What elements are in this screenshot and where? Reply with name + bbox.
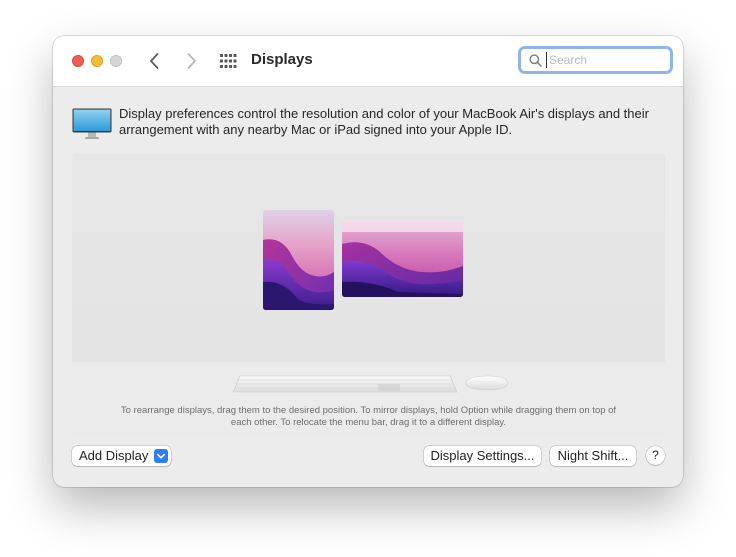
show-all-button[interactable]: [219, 52, 237, 70]
chevron-right-icon: [187, 53, 196, 69]
wallpaper-image: [263, 210, 334, 310]
add-display-menu-indicator[interactable]: [154, 449, 168, 463]
display-thumbnail-ipad[interactable]: [263, 210, 334, 310]
toolbar: Displays: [53, 36, 683, 87]
close-button[interactable]: [72, 55, 84, 67]
display-arrangement-area[interactable]: To rearrange displays, drag them to the …: [72, 154, 665, 438]
forward-button[interactable]: [181, 50, 201, 72]
add-display-button[interactable]: Add Display: [72, 446, 171, 466]
mouse-icon: [464, 375, 509, 391]
search-input[interactable]: [546, 52, 667, 68]
info-description: Display preferences control the resoluti…: [119, 106, 649, 137]
zoom-button[interactable]: [110, 55, 122, 67]
display-thumbnail-macbook-air[interactable]: [342, 222, 463, 297]
display-settings-button[interactable]: Display Settings...: [424, 446, 541, 466]
grid-icon: [220, 54, 237, 68]
search-field[interactable]: [518, 46, 673, 74]
chevron-left-icon: [150, 53, 159, 69]
window-title: Displays: [251, 51, 313, 68]
monitor-icon: [72, 108, 112, 139]
search-icon: [529, 54, 542, 67]
add-display-label: Add Display: [79, 448, 149, 463]
keyboard-icon: [232, 375, 458, 393]
night-shift-button[interactable]: Night Shift...: [550, 446, 636, 466]
wallpaper-image: [342, 222, 463, 297]
system-preferences-window: Displays Display preferences control the…: [53, 36, 683, 487]
back-button[interactable]: [145, 50, 165, 72]
arrangement-hint: To rearrange displays, drag them to the …: [120, 405, 617, 428]
chevron-down-icon: [157, 453, 165, 459]
help-button[interactable]: ?: [646, 446, 665, 465]
menu-bar[interactable]: [342, 222, 463, 232]
minimize-button[interactable]: [91, 55, 103, 67]
